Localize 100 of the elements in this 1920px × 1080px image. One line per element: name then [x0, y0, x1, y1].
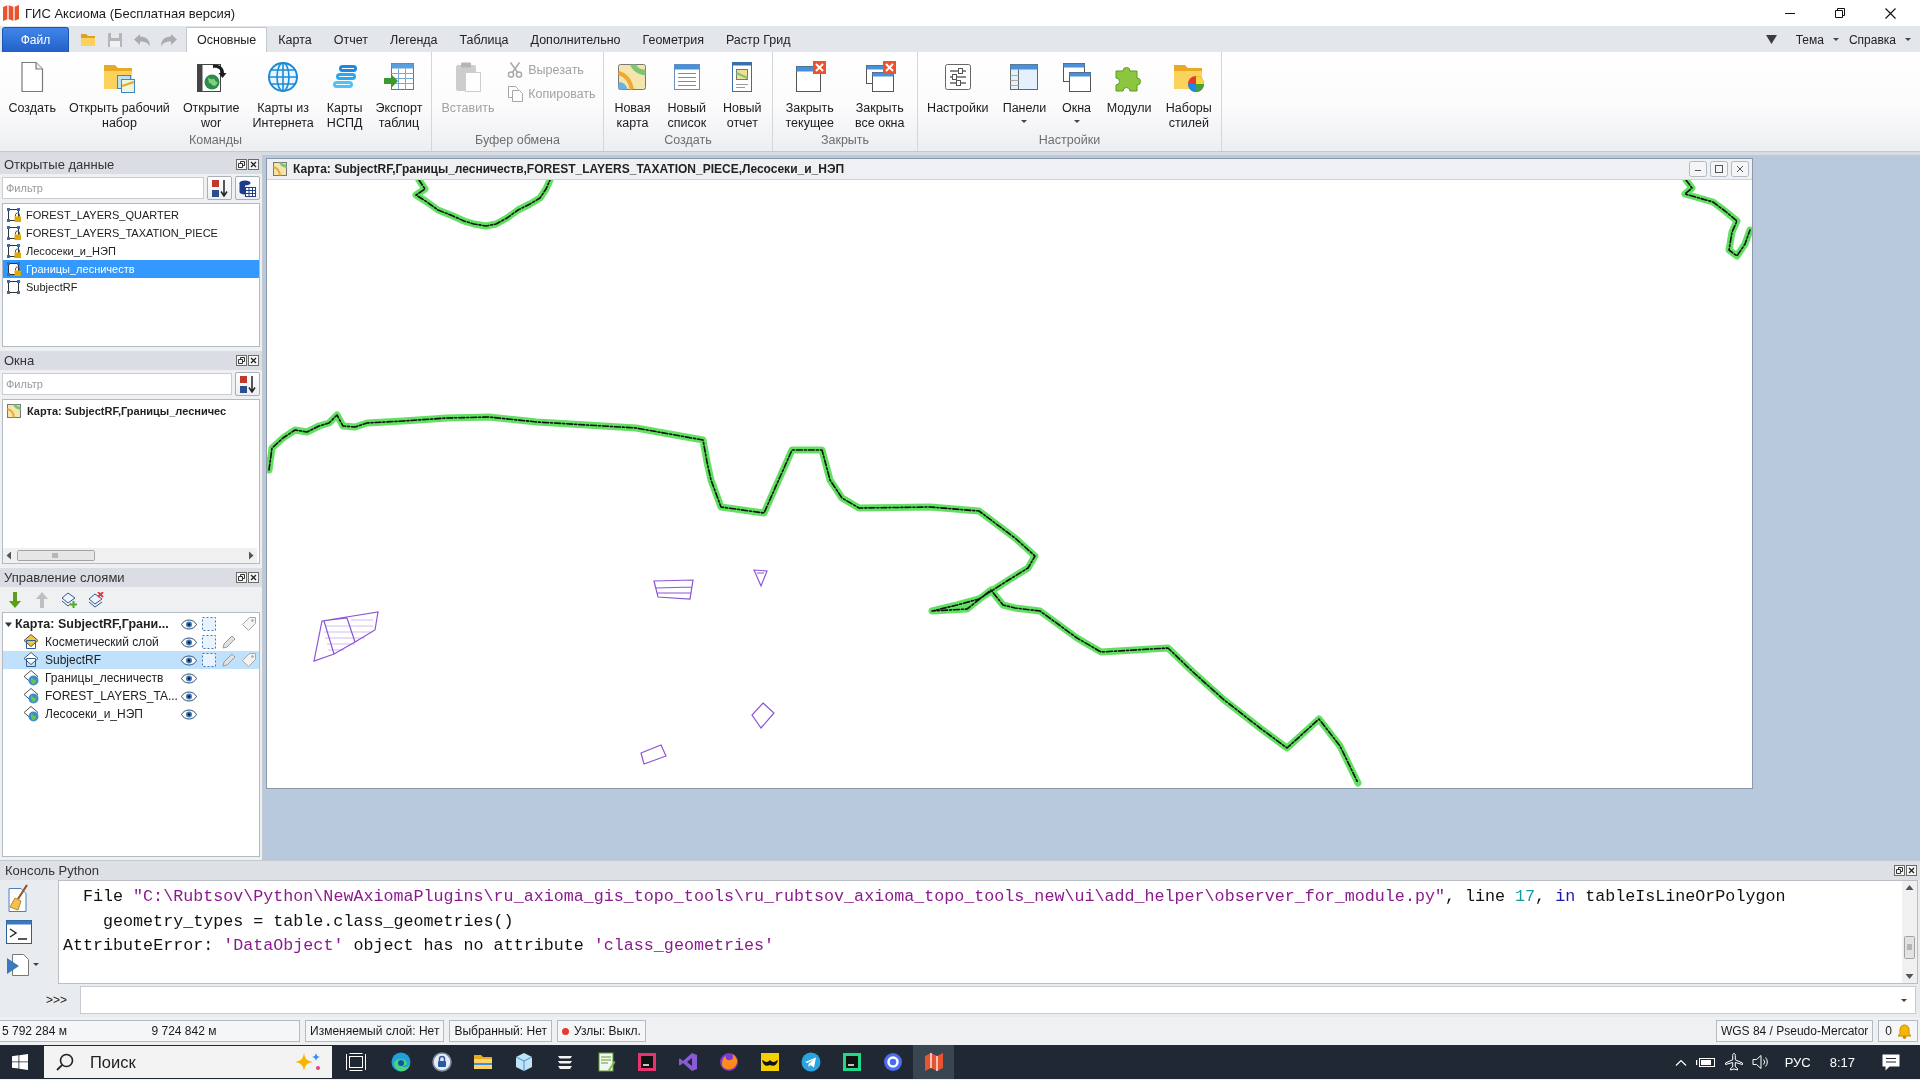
- menu-button[interactable]: Тема: [1790, 28, 1844, 51]
- minimize-icon[interactable]: [1785, 12, 1795, 14]
- ribbon-tab[interactable]: Основные: [186, 27, 268, 52]
- ribbon-button[interactable]: Открыть рабочий набор: [63, 52, 176, 133]
- filter-field[interactable]: Фильтр: [2, 177, 204, 199]
- ribbon-button[interactable]: Настройки: [921, 52, 995, 133]
- layer-row[interactable]: Косметический слой: [3, 633, 259, 651]
- eye-icon[interactable]: [181, 618, 197, 630]
- map-window-title: Карта: SubjectRF,Границы_лесничеств,FOREST_LAYERS_TAXATION_PIECE,Лесосеки_и_НЭП: [293, 162, 845, 176]
- dashed-square-icon[interactable]: [202, 617, 216, 631]
- task-view-icon[interactable]: [346, 1053, 366, 1071]
- eye-icon[interactable]: [181, 690, 197, 702]
- ribbon-tab[interactable]: Отчет: [322, 27, 379, 52]
- data-item[interactable]: Лесосеки_и_НЭП: [3, 242, 259, 260]
- data-item[interactable]: SubjectRF: [3, 278, 259, 296]
- ribbon-tab[interactable]: Легенда: [379, 27, 449, 52]
- data-item[interactable]: FOREST_LAYERS_QUARTER: [3, 206, 259, 224]
- ribbon-button[interactable]: Экспорт таблиц: [369, 52, 429, 133]
- dropdown-arrow-icon[interactable]: [1765, 35, 1777, 44]
- ribbon-button[interactable]: Создать: [2, 52, 63, 133]
- vertical-scrollbar[interactable]: [1902, 881, 1917, 983]
- ribbon-button[interactable]: Новая карта: [608, 52, 657, 133]
- panel-title: Окна: [4, 353, 35, 368]
- eye-icon[interactable]: [181, 636, 197, 648]
- ribbon-button[interactable]: Карты из Интернета: [246, 52, 320, 133]
- ribbon-tab[interactable]: Таблица: [448, 27, 520, 52]
- notification-field[interactable]: 0: [1878, 1020, 1918, 1042]
- volume-icon[interactable]: [1751, 1054, 1770, 1070]
- dashed-square-icon[interactable]: [202, 653, 216, 667]
- sort-button[interactable]: [207, 176, 232, 200]
- airplane-icon[interactable]: [1724, 1053, 1743, 1071]
- close-icon[interactable]: [1906, 865, 1917, 876]
- search-bar[interactable]: Поиск: [44, 1046, 332, 1078]
- scissors-icon: [507, 62, 524, 78]
- eye-icon[interactable]: [181, 654, 197, 666]
- pencil-icon[interactable]: [222, 635, 236, 649]
- caret-icon[interactable]: [33, 962, 39, 966]
- caret-icon[interactable]: [1901, 998, 1907, 1002]
- ribbon-button[interactable]: Новый отчет: [717, 52, 768, 133]
- filter-field[interactable]: Фильтр: [2, 373, 232, 395]
- chevron-up-icon[interactable]: [1674, 1058, 1687, 1066]
- clock[interactable]: 8:17: [1829, 1054, 1855, 1070]
- map-icon: [616, 61, 649, 93]
- caret-icon: [1021, 120, 1028, 123]
- ribbon-button[interactable]: Карты НСПД: [320, 52, 369, 133]
- float-icon[interactable]: [1894, 865, 1905, 876]
- horizontal-scrollbar[interactable]: [3, 548, 257, 563]
- ribbon-button[interactable]: Новый список: [661, 52, 713, 133]
- ribbon-button[interactable]: Открытие wor: [176, 52, 246, 133]
- dashed-square-icon[interactable]: [202, 635, 216, 649]
- ribbon-button[interactable]: Панели: [996, 52, 1053, 133]
- menu-button[interactable]: Справка: [1843, 28, 1916, 51]
- eye-icon[interactable]: [181, 708, 197, 720]
- search-field[interactable]: Поиск: [88, 1051, 280, 1073]
- ribbon-button[interactable]: Окна: [1054, 52, 1099, 133]
- caret-icon[interactable]: [5, 620, 12, 628]
- close-icon[interactable]: [248, 572, 259, 583]
- file-menu-button[interactable]: Файл: [2, 27, 69, 52]
- language-indicator[interactable]: РУС: [1784, 1054, 1811, 1070]
- console-input[interactable]: [80, 986, 1916, 1014]
- ribbon-tab[interactable]: Карта: [267, 27, 323, 52]
- layer-row[interactable]: Лесосеки_и_НЭП: [3, 705, 259, 723]
- ribbon-button[interactable]: Модули: [1100, 52, 1158, 133]
- sort-button[interactable]: [235, 372, 260, 396]
- database-button[interactable]: [235, 176, 260, 200]
- layer-row[interactable]: SubjectRF: [3, 651, 259, 669]
- layer-row[interactable]: Границы_лесничеств: [3, 669, 259, 687]
- restore-icon[interactable]: [1835, 8, 1845, 18]
- arrow-down-icon[interactable]: [7, 591, 23, 608]
- ribbon-tab[interactable]: Дополнительно: [519, 27, 632, 52]
- maximize-icon[interactable]: [1710, 161, 1728, 177]
- add-layer-icon[interactable]: [61, 591, 77, 608]
- battery-icon[interactable]: [1695, 1056, 1716, 1068]
- window-item[interactable]: Карта: SubjectRF,Границы_лесничес: [3, 402, 259, 420]
- layer-row[interactable]: FOREST_LAYERS_TA...: [3, 687, 259, 705]
- layer-row[interactable]: Карта: SubjectRF,Грани...: [3, 615, 259, 633]
- ribbon-tab[interactable]: Геометрия: [631, 27, 715, 52]
- terminal-icon[interactable]: [6, 920, 32, 944]
- data-item[interactable]: FOREST_LAYERS_TAXATION_PIECE: [3, 224, 259, 242]
- ribbon-button[interactable]: Закрыть все окна: [849, 52, 911, 133]
- float-icon[interactable]: [236, 572, 247, 583]
- close-icon[interactable]: [248, 355, 259, 366]
- status-field[interactable]: Узлы: Выкл.: [556, 1020, 646, 1042]
- ribbon-tab[interactable]: Растр Грид: [714, 27, 802, 52]
- eye-icon[interactable]: [181, 672, 197, 684]
- close-icon[interactable]: [1885, 7, 1896, 19]
- taskbar-button[interactable]: [913, 1045, 954, 1079]
- close-icon[interactable]: [248, 159, 259, 170]
- notification-icon[interactable]: [1882, 1053, 1900, 1071]
- close-icon[interactable]: [1731, 161, 1749, 177]
- projection-field[interactable]: WGS 84 / Pseudo-Mercator: [1715, 1020, 1874, 1042]
- remove-layer-icon[interactable]: [88, 591, 104, 608]
- play-document-icon[interactable]: [6, 952, 30, 976]
- float-icon[interactable]: [236, 159, 247, 170]
- coordinate-value: 9 724 842 м: [150, 1024, 218, 1038]
- windows-logo-icon[interactable]: [12, 1054, 28, 1070]
- float-icon[interactable]: [236, 355, 247, 366]
- ribbon-button[interactable]: Наборы стилей: [1159, 52, 1218, 133]
- group-label: Команды: [188, 133, 243, 149]
- ribbon-button[interactable]: Закрыть текущее: [779, 52, 840, 133]
